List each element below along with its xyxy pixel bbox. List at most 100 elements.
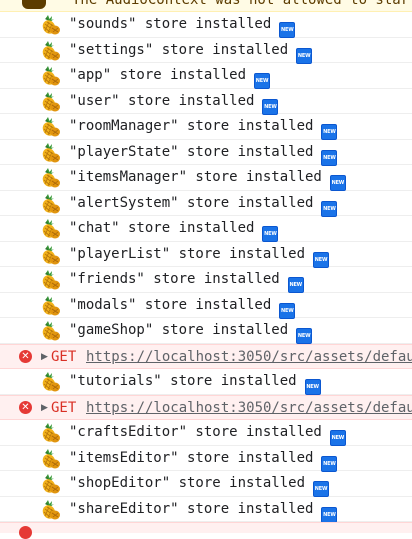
pineapple-icon xyxy=(40,270,62,290)
console-log-row[interactable]: "roomManager" store installed NEW xyxy=(0,114,412,140)
new-badge-icon: NEW xyxy=(321,506,338,523)
log-text: "settings" store installed xyxy=(69,41,289,58)
new-badge-icon: NEW xyxy=(262,98,279,115)
log-message: "itemsEditor" store installed NEW xyxy=(69,448,338,472)
warning-icon xyxy=(22,0,46,9)
pineapple-icon xyxy=(40,449,62,469)
log-text: "playerState" store installed xyxy=(69,143,314,160)
new-badge-icon: NEW xyxy=(296,328,313,344)
console-log-row[interactable]: "chat" store installed NEW xyxy=(0,216,412,242)
new-badge-icon: NEW xyxy=(329,175,346,191)
request-url-link[interactable]: https://localhost:3050/src/assets/defaul xyxy=(86,398,412,418)
expand-triangle-icon[interactable]: ▶ xyxy=(41,398,48,418)
pineapple-icon xyxy=(40,194,62,214)
log-text: "user" store installed xyxy=(69,92,255,109)
devtools-console: The AudioContext was not allowed to star… xyxy=(0,0,412,539)
log-text: "friends" store installed xyxy=(69,271,280,287)
new-badge-icon: NEW xyxy=(279,22,296,38)
new-badge-icon: NEW xyxy=(321,455,338,472)
log-message: "itemsManager" store installed NEW xyxy=(69,167,346,191)
console-log-row[interactable]: "playerList" store installed NEW xyxy=(0,242,412,268)
console-log-row[interactable]: "itemsEditor" store installed NEW xyxy=(0,446,412,472)
log-message: "playerList" store installed NEW xyxy=(69,244,330,268)
log-text: "itemsManager" store installed xyxy=(69,169,322,185)
log-text: "shareEditor" store installed xyxy=(69,500,314,517)
pineapple-icon xyxy=(40,168,62,188)
console-log-row[interactable]: "app" store installed NEW xyxy=(0,63,412,89)
console-log-row[interactable]: "sounds" store installed NEW xyxy=(0,12,412,38)
log-text: "gameShop" store installed xyxy=(69,322,289,338)
log-message: "gameShop" store installed NEW xyxy=(69,320,313,344)
log-message: "friends" store installed NEW xyxy=(69,269,304,293)
console-log-row[interactable]: "gameShop" store installed NEW xyxy=(0,318,412,344)
new-badge-icon: NEW xyxy=(329,430,346,446)
log-text: "modals" store installed xyxy=(69,296,272,313)
new-badge-icon: NEW xyxy=(262,226,279,242)
new-badge-icon: NEW xyxy=(313,251,330,268)
request-method: GET xyxy=(51,348,77,365)
new-badge-icon: NEW xyxy=(296,47,313,64)
request-url-link[interactable]: https://localhost:3050/src/assets/defaul xyxy=(86,347,412,367)
console-log-row[interactable]: "itemsManager" store installed NEW xyxy=(0,165,412,191)
console-log-row[interactable]: "friends" store installed NEW xyxy=(0,267,412,293)
console-log-row[interactable]: "user" store installed NEW xyxy=(0,89,412,115)
log-message: "craftsEditor" store installed NEW xyxy=(69,422,346,446)
partial-error-row[interactable] xyxy=(0,522,412,539)
pineapple-icon xyxy=(40,321,62,341)
pineapple-icon xyxy=(40,117,62,137)
new-badge-icon: NEW xyxy=(304,379,321,395)
log-message: "app" store installed NEW xyxy=(69,65,271,89)
log-message: "roomManager" store installed NEW xyxy=(69,116,338,140)
pineapple-icon xyxy=(40,66,62,86)
new-badge-icon: NEW xyxy=(321,124,338,140)
request-method: GET xyxy=(51,399,77,416)
new-badge-icon: NEW xyxy=(287,277,304,293)
log-text: "playerList" store installed xyxy=(69,245,306,262)
log-message: "tutorials" store installed NEW xyxy=(69,371,321,395)
new-badge-icon: NEW xyxy=(254,73,271,89)
new-badge-icon: NEW xyxy=(321,200,338,217)
error-circle-icon: ✕ xyxy=(19,349,32,363)
log-text: "roomManager" store installed xyxy=(69,118,314,134)
console-error-row[interactable]: ✕ ▶ GET https://localhost:3050/src/assets/d… xyxy=(0,394,412,420)
log-message: "sounds" store installed NEW xyxy=(69,14,296,38)
pineapple-icon xyxy=(40,296,62,316)
console-log-row[interactable]: "shareEditor" store installed NEW xyxy=(0,497,412,523)
console-message-list: "sounds" store installed NEW "settings" st… xyxy=(0,12,412,523)
log-message: "shareEditor" store installed NEW xyxy=(69,499,338,523)
log-text: "alertSystem" store installed xyxy=(69,194,314,211)
pineapple-icon xyxy=(40,474,62,494)
pineapple-icon xyxy=(40,245,62,265)
new-badge-icon: NEW xyxy=(313,481,330,497)
console-log-row[interactable]: "tutorials" store installed NEW xyxy=(0,369,412,395)
new-badge-icon: NEW xyxy=(279,302,296,319)
log-message: "chat" store installed NEW xyxy=(69,218,279,242)
audiocontext-warning-row[interactable]: The AudioContext was not allowed to star… xyxy=(0,0,412,12)
console-log-row[interactable]: "playerState" store installed NEW xyxy=(0,140,412,166)
console-log-row[interactable]: "modals" store installed NEW xyxy=(0,293,412,319)
pineapple-icon xyxy=(40,92,62,112)
error-circle-icon: ✕ xyxy=(19,400,32,414)
pineapple-icon xyxy=(40,372,62,392)
pineapple-icon xyxy=(40,500,62,520)
console-error-row[interactable]: ✕ ▶ GET https://localhost:3050/src/assets/d… xyxy=(0,343,412,369)
new-badge-icon: NEW xyxy=(321,149,338,166)
log-text: "itemsEditor" store installed xyxy=(69,449,314,466)
console-log-row[interactable]: "shopEditor" store installed NEW xyxy=(0,471,412,497)
log-message: "shopEditor" store installed NEW xyxy=(69,473,330,497)
expand-triangle-icon[interactable]: ▶ xyxy=(41,347,48,367)
log-message: "user" store installed NEW xyxy=(69,91,279,115)
pineapple-icon xyxy=(40,143,62,163)
console-log-row[interactable]: "alertSystem" store installed NEW xyxy=(0,191,412,217)
log-message: "modals" store installed NEW xyxy=(69,295,296,319)
log-text: "shopEditor" store installed xyxy=(69,475,306,491)
log-message: "alertSystem" store installed NEW xyxy=(69,193,338,217)
log-message: "settings" store installed NEW xyxy=(69,40,313,64)
log-text: "craftsEditor" store installed xyxy=(69,424,322,440)
log-text: "chat" store installed xyxy=(69,220,255,236)
log-text: "app" store installed xyxy=(69,67,247,83)
console-log-row[interactable]: "craftsEditor" store installed NEW xyxy=(0,420,412,446)
error-circle-icon xyxy=(19,526,32,539)
pineapple-icon xyxy=(40,41,62,61)
console-log-row[interactable]: "settings" store installed NEW xyxy=(0,38,412,64)
